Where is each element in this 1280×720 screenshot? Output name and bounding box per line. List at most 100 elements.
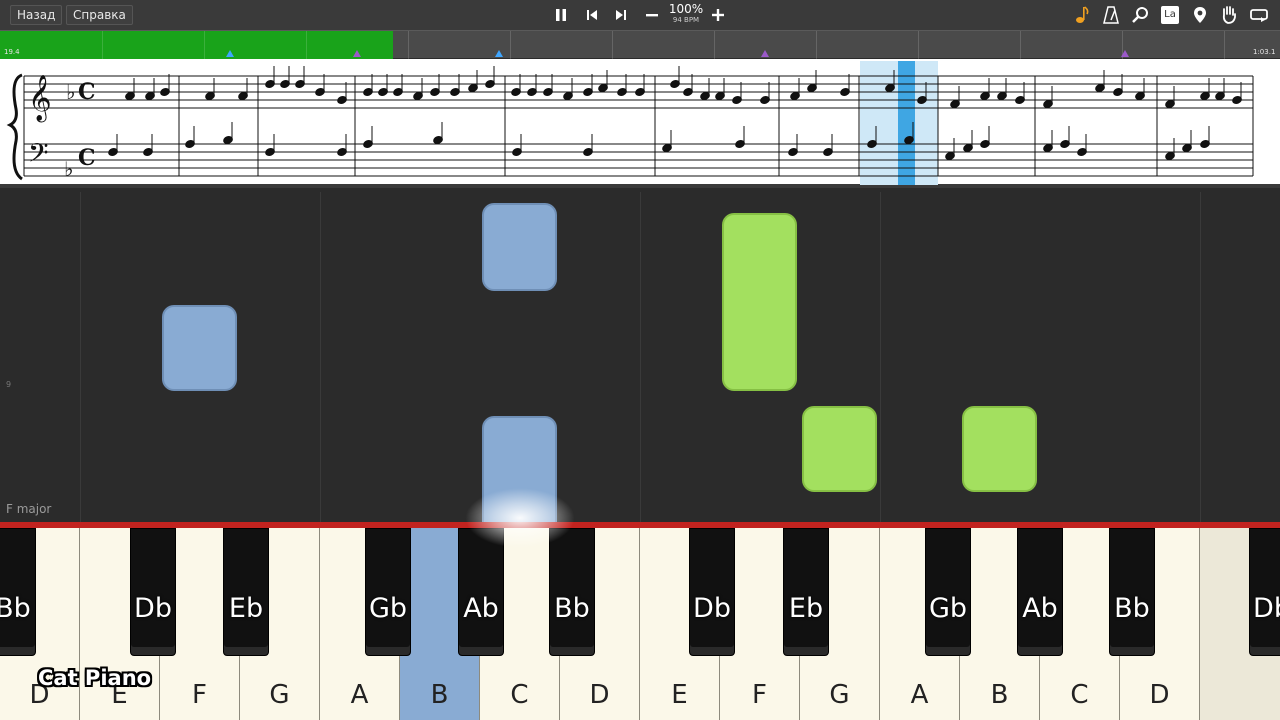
piano-key-label: F [752,680,767,710]
svg-text:C: C [78,79,96,105]
grid-line [80,192,81,522]
piano-key-label: B [430,680,449,710]
piano-key-label: A [350,680,369,710]
piano-key-label: Db [1253,593,1280,624]
piano-black-key[interactable]: Ab [1017,528,1063,656]
piano-black-key[interactable]: Bb [549,528,595,656]
tempo-bpm: 94 BPM [672,16,700,24]
back-button[interactable]: Назад [10,5,63,25]
piano-key-label: Gb [928,593,968,624]
timeline-marker[interactable] [353,50,361,57]
piano-black-key[interactable]: Gb [365,528,411,656]
timeline-tick [918,31,919,59]
loop-icon[interactable] [1248,4,1270,26]
timeline-marker[interactable] [761,50,769,57]
timeline-progress [0,31,393,59]
timeline-marker[interactable] [226,50,234,57]
timeline-marker[interactable] [1121,50,1129,57]
metronome-icon[interactable] [1100,4,1122,26]
piano-key-label: Eb [788,593,824,624]
piano-key-label: C [1070,680,1089,710]
piano-key-label: A [910,680,929,710]
piano-key-label: Eb [228,593,264,624]
piano-black-key[interactable]: Db [689,528,735,656]
piano-key-label: G [269,680,290,710]
falling-note-left-hand [162,305,237,391]
falling-note-right-hand [722,213,797,391]
piano-black-key[interactable]: Db [130,528,176,656]
timeline-tick [714,31,715,59]
piano-key-label: Ab [463,593,499,624]
timeline-tick [204,31,205,59]
grid-line [640,192,641,522]
la-label: La [1161,6,1179,24]
falling-note-right-hand [962,406,1037,492]
tempo-percent: 100% [668,2,704,16]
piano-black-key[interactable]: Gb [925,528,971,656]
piano-key-label: Bb [1114,593,1150,624]
piano-key-label: F [192,680,207,710]
timeline-tick [1224,31,1225,59]
skip-forward-icon[interactable] [610,4,632,26]
piano-key-label: Db [693,593,731,624]
piano-keyboard[interactable]: CDEFGABCDEFGABCDBbDbEbGbAbBbDbEbGbAbBbDb [0,522,1280,720]
piano-black-key[interactable]: Bb [0,528,36,656]
piano-key-label: Bb [554,593,590,624]
measure-number: 9 [6,380,12,389]
help-button[interactable]: Справка [66,5,133,25]
tempo-display: 100% 94 BPM [668,3,704,25]
timeline-bar[interactable]: 19.4 1:03.1 [0,30,1280,59]
note-icon[interactable] [1071,4,1093,26]
pause-icon[interactable] [550,4,572,26]
svg-text:♭: ♭ [64,157,73,181]
svg-text:C: C [78,145,96,171]
piano-key-label: D [589,680,610,710]
piano-black-key[interactable]: Eb [783,528,829,656]
timeline-marker[interactable] [495,50,503,57]
falling-notes-area: 9 F major [0,192,1280,522]
minus-icon[interactable] [641,4,663,26]
skip-back-icon[interactable] [581,4,603,26]
piano-key-label: D [1149,680,1170,710]
timeline-tick [102,31,103,59]
piano-black-key[interactable]: Bb [1109,528,1155,656]
timeline-tick [510,31,511,59]
piano-black-key[interactable]: Ab [458,528,504,656]
timeline-start-label: 19.4 [4,48,20,56]
grid-line [1200,192,1201,522]
watermark-logo: Cat Piano [38,666,152,690]
piano-key-label: Ab [1022,593,1058,624]
timeline-tick [408,31,409,59]
svg-text:♭: ♭ [66,80,75,104]
timeline-tick [1020,31,1021,59]
key-signature-label: F major [6,502,52,516]
key-press-glow [465,488,575,548]
timeline-tick [816,31,817,59]
piano-key-label: B [990,680,1009,710]
falling-note-left-hand [482,203,557,291]
piano-key-label: Db [134,593,172,624]
sheet-music[interactable]: 𝄞 𝄢 ♭ ♭ C C [0,59,1280,188]
svg-text:𝄞: 𝄞 [28,75,52,123]
piano-black-key[interactable]: Eb [223,528,269,656]
falling-note-right-hand [802,406,877,492]
grid-line [880,192,881,522]
grid-line [320,192,321,522]
hand-icon[interactable] [1218,4,1240,26]
toolbar: Назад Справка 100% 94 BPM La [0,0,1280,30]
piano-key-label: Gb [368,593,408,624]
piano-key-label: G [829,680,850,710]
plus-icon[interactable] [707,4,729,26]
piano-key-label: Bb [0,593,31,624]
location-pin-icon[interactable] [1189,4,1211,26]
timeline-end-label: 1:03.1 [1253,48,1276,56]
sheet-music-staff: 𝄞 𝄢 ♭ ♭ C C [6,61,1254,185]
la-key-label-icon[interactable]: La [1159,4,1181,26]
piano-key-label: E [671,680,688,710]
svg-text:𝄢: 𝄢 [28,137,49,175]
timeline-tick [612,31,613,59]
piano-key-label: C [510,680,529,710]
timeline-tick [306,31,307,59]
piano-black-key[interactable]: Db [1249,528,1280,656]
search-icon[interactable] [1129,4,1151,26]
